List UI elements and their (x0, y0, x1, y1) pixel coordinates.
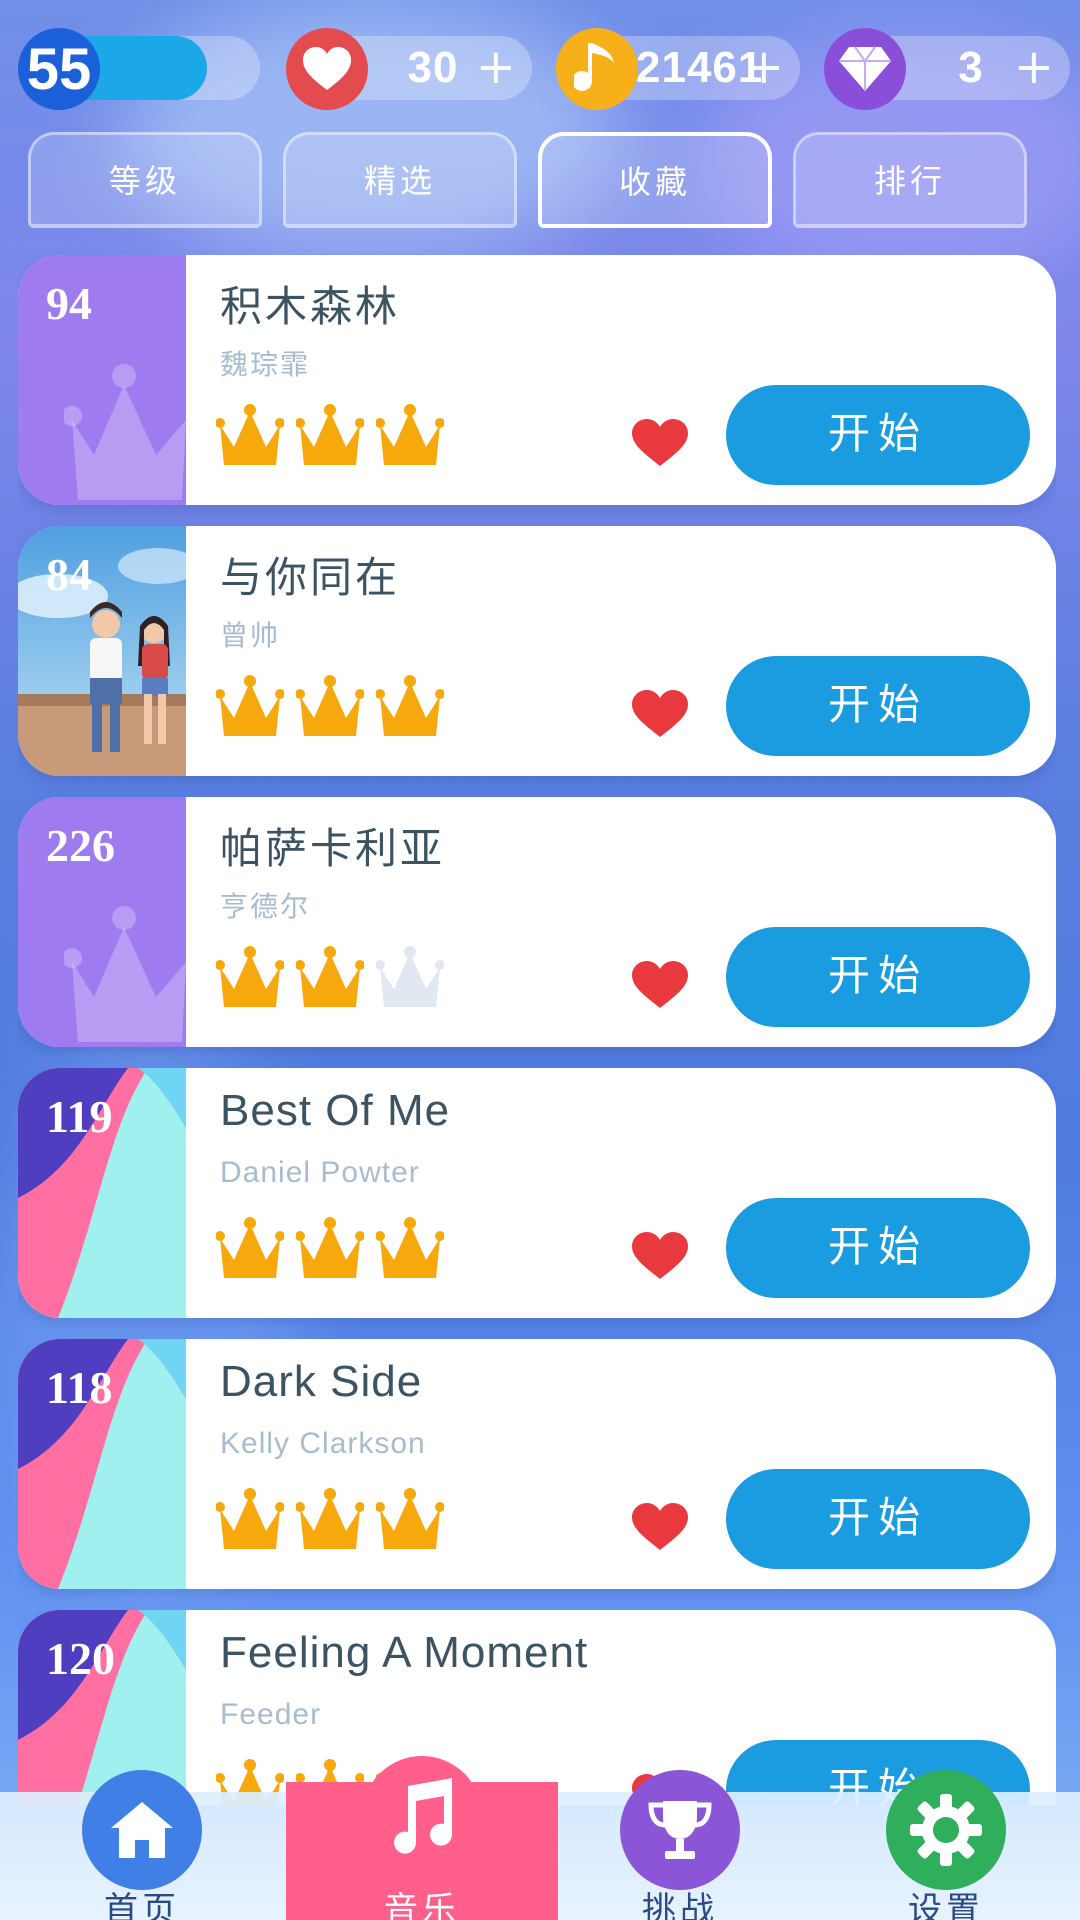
bottom-nav: 首页 音乐 挑战 设置 (0, 1756, 1080, 1920)
song-card: 118 Dark Side Kelly Clarkson 开始 (18, 1339, 1056, 1589)
song-number: 84 (46, 549, 92, 600)
crown-empty-icon (376, 946, 444, 1007)
crown-rating (216, 674, 444, 744)
song-cover: 118 (18, 1339, 186, 1589)
lives-count: 30 (407, 43, 459, 92)
crown-filled-icon (376, 1217, 444, 1278)
song-cover: 94 (18, 255, 186, 505)
song-number: 118 (46, 1362, 113, 1413)
crown-rating (216, 1487, 444, 1557)
crown-rating (216, 1216, 444, 1286)
crown-filled-icon (376, 1488, 444, 1549)
start-button[interactable]: 开始 (726, 1198, 1030, 1298)
song-cover-illustration: 84 (18, 526, 186, 776)
crown-filled-icon (216, 1217, 284, 1278)
lives-pill[interactable]: 30 + (286, 28, 532, 110)
status-bar: 55 30 + 21461 + 3 + (0, 28, 1080, 112)
start-button[interactable]: 开始 (726, 1469, 1030, 1569)
crown-filled-icon (216, 404, 284, 465)
song-number: 119 (46, 1091, 113, 1142)
crown-filled-icon (216, 1488, 284, 1549)
add-notes-button[interactable]: + (744, 36, 784, 100)
music-note-icon (362, 1756, 482, 1876)
song-title: 与你同在 (220, 553, 401, 602)
start-button[interactable]: 开始 (726, 656, 1030, 756)
song-artist: 曾帅 (220, 619, 281, 652)
crown-filled-icon (296, 675, 364, 736)
song-title: Dark Side (220, 1357, 423, 1406)
song-artist: 亨德尔 (220, 890, 311, 923)
song-card: 119 Best Of Me Daniel Powter 开始 (18, 1068, 1056, 1318)
song-card: 84 与你同在 曾帅 开始 (18, 526, 1056, 776)
tab-level[interactable]: 等级 (28, 132, 262, 228)
crown-rating (216, 945, 444, 1015)
favorite-heart-icon[interactable] (630, 418, 690, 468)
song-number: 94 (46, 278, 92, 329)
add-lives-button[interactable]: + (476, 36, 516, 100)
nav-item-challenge[interactable]: 挑战 (580, 1770, 780, 1920)
song-artist: 魏琮霏 (220, 348, 311, 381)
song-number: 226 (46, 820, 115, 871)
song-title: Best Of Me (220, 1086, 451, 1135)
song-artist: Feeder (220, 1698, 322, 1731)
crown-rating (216, 403, 444, 473)
crown-watermark-icon (64, 906, 186, 1042)
crown-filled-icon (376, 675, 444, 736)
song-number: 120 (46, 1633, 115, 1684)
song-artist: Daniel Powter (220, 1156, 420, 1189)
gems-pill[interactable]: 3 + (824, 28, 1070, 110)
tab-favorites[interactable]: 收藏 (538, 132, 772, 228)
nav-label-settings: 设置 (908, 1890, 984, 1920)
gear-icon (886, 1770, 1006, 1890)
crown-filled-icon (296, 404, 364, 465)
trophy-icon (620, 1770, 740, 1890)
song-artist: Kelly Clarkson (220, 1427, 426, 1460)
nav-label-challenge: 挑战 (642, 1890, 718, 1920)
level-badge: 55 (18, 28, 100, 110)
crown-filled-icon (296, 946, 364, 1007)
crown-filled-icon (216, 675, 284, 736)
level-progress-pill: 55 (18, 28, 260, 110)
diamond-icon (824, 28, 906, 110)
start-button[interactable]: 开始 (726, 927, 1030, 1027)
nav-item-settings[interactable]: 设置 (846, 1770, 1046, 1920)
crown-filled-icon (376, 404, 444, 465)
crown-watermark-icon (64, 364, 186, 500)
nav-item-home[interactable]: 首页 (42, 1770, 242, 1920)
favorite-heart-icon[interactable] (630, 960, 690, 1010)
nav-label-home: 首页 (104, 1890, 180, 1920)
song-cover: 226 (18, 797, 186, 1047)
song-title: 积木森林 (220, 282, 401, 331)
home-icon (82, 1770, 202, 1890)
song-card: 94 积木森林 魏琮霏 开始 (18, 255, 1056, 505)
song-card: 226 帕萨卡利亚 亨德尔 开始 (18, 797, 1056, 1047)
tab-featured[interactable]: 精选 (283, 132, 517, 228)
song-title: 帕萨卡利亚 (220, 824, 446, 873)
song-title: Feeling A Moment (220, 1628, 589, 1677)
favorite-heart-icon[interactable] (630, 1231, 690, 1281)
category-tabs: 等级 精选 收藏 排行 (0, 130, 1080, 230)
crown-filled-icon (296, 1217, 364, 1278)
song-cover: 119 (18, 1068, 186, 1318)
start-button[interactable]: 开始 (726, 385, 1030, 485)
crown-filled-icon (296, 1488, 364, 1549)
tab-ranking[interactable]: 排行 (793, 132, 1027, 228)
gems-count: 3 (958, 43, 984, 92)
favorite-heart-icon[interactable] (630, 1502, 690, 1552)
song-list[interactable]: 94 积木森林 魏琮霏 开始 84 与你同在 曾帅 开始 226 帕萨卡利亚 亨… (18, 255, 1056, 1805)
nav-item-music[interactable]: 音乐 (322, 1756, 522, 1920)
nav-label-music: 音乐 (384, 1890, 460, 1920)
notes-pill[interactable]: 21461 + (556, 28, 800, 110)
music-note-icon (556, 28, 638, 110)
crown-filled-icon (216, 946, 284, 1007)
add-gems-button[interactable]: + (1014, 36, 1054, 100)
heart-icon (286, 28, 368, 110)
favorite-heart-icon[interactable] (630, 689, 690, 739)
